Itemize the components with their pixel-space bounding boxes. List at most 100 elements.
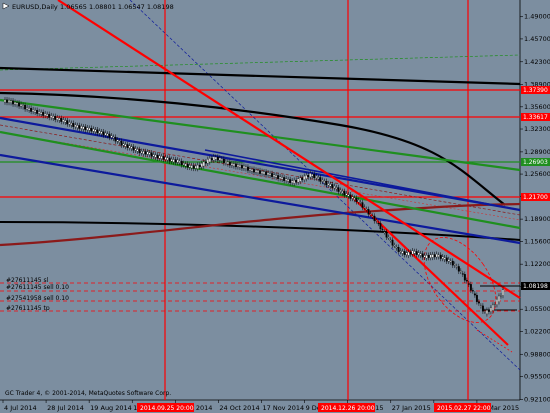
candle-body bbox=[76, 125, 79, 128]
candle-body bbox=[126, 144, 129, 148]
candle-body bbox=[467, 283, 470, 285]
candle-body bbox=[479, 305, 482, 307]
chart-window[interactable]: #27611145 sl #27611145 sell 0.10 #275419… bbox=[0, 0, 550, 413]
candle-body bbox=[230, 163, 233, 166]
y-tick-label: 1.05500 bbox=[524, 305, 550, 313]
candle-body bbox=[36, 110, 39, 114]
candle-body bbox=[32, 109, 35, 112]
candle-body bbox=[12, 100, 14, 105]
candle-body bbox=[405, 252, 408, 255]
candle-body bbox=[156, 154, 159, 159]
candle-body bbox=[52, 116, 55, 119]
candle-body bbox=[269, 173, 272, 176]
order-label-tp[interactable]: #27611145 tp bbox=[6, 305, 50, 312]
candle-body bbox=[120, 140, 123, 146]
candle-body bbox=[132, 146, 135, 151]
candle-body bbox=[150, 152, 153, 157]
candle-body bbox=[371, 215, 374, 217]
candle-body bbox=[114, 136, 117, 142]
candle-body bbox=[74, 124, 77, 127]
candle-body bbox=[311, 174, 314, 177]
candle-body bbox=[317, 177, 320, 179]
candle-body bbox=[54, 116, 57, 120]
candle-body bbox=[238, 164, 241, 168]
copyright-text: GC Trader 4, © 2001-2014, MetaQuotes Sof… bbox=[5, 390, 171, 397]
candle-body bbox=[421, 253, 424, 258]
candle-body bbox=[271, 173, 274, 177]
x-tick-label: 24 Oct 2014 bbox=[219, 404, 259, 412]
candle-body bbox=[319, 177, 322, 182]
candle-body bbox=[243, 165, 245, 169]
candle-body bbox=[218, 157, 221, 161]
candle-body bbox=[469, 284, 472, 291]
candle-body bbox=[14, 101, 16, 105]
candle-body bbox=[82, 126, 85, 130]
candle-body bbox=[345, 193, 348, 196]
candle-body bbox=[257, 170, 259, 173]
candle-body bbox=[331, 184, 334, 189]
candle-body bbox=[417, 252, 420, 255]
candle-body bbox=[415, 251, 418, 255]
candle-body bbox=[305, 175, 308, 179]
candle-body bbox=[437, 254, 440, 257]
candle-body bbox=[56, 117, 59, 120]
order-label-sl[interactable]: #27611145 sl bbox=[6, 277, 49, 284]
candle-body bbox=[355, 197, 358, 203]
candle-body bbox=[365, 209, 368, 211]
y-tick-label: 1.02200 bbox=[524, 327, 550, 335]
candle-body bbox=[208, 158, 211, 163]
candle-body bbox=[220, 158, 223, 161]
candle-body bbox=[162, 156, 165, 160]
candle-body bbox=[138, 149, 141, 154]
candle-body bbox=[429, 254, 432, 258]
candle-body bbox=[403, 251, 406, 255]
candle-body bbox=[343, 191, 346, 196]
candle-body bbox=[158, 155, 161, 159]
candle-body bbox=[232, 163, 235, 167]
candle-body bbox=[341, 191, 344, 194]
candle-body bbox=[251, 168, 253, 172]
candle-body bbox=[445, 257, 448, 262]
candle-body bbox=[48, 114, 51, 118]
date-tag-2: 2014.12.26 20:00 bbox=[321, 405, 375, 412]
candle-body bbox=[399, 250, 402, 252]
candle-body bbox=[146, 151, 149, 155]
candle-body bbox=[277, 175, 280, 179]
candle-body bbox=[4, 99, 6, 103]
candle-body bbox=[498, 295, 500, 302]
candle-body bbox=[188, 165, 191, 168]
candle-body bbox=[20, 103, 23, 107]
candle-body bbox=[172, 159, 175, 163]
price-chart[interactable]: #27611145 sl #27611145 sell 0.10 #275419… bbox=[0, 0, 550, 413]
candle-body bbox=[78, 125, 81, 129]
candle-body bbox=[6, 99, 8, 103]
candle-body bbox=[373, 215, 376, 222]
candle-body bbox=[489, 307, 492, 312]
candle-body bbox=[34, 110, 37, 113]
candle-body bbox=[407, 251, 410, 256]
order-label-sell-2[interactable]: #27541958 sell 0.10 bbox=[6, 295, 69, 302]
candle-body bbox=[397, 246, 400, 252]
candle-body bbox=[70, 123, 73, 126]
candle-body bbox=[249, 168, 251, 171]
candle-body bbox=[447, 259, 450, 262]
candle-body bbox=[106, 133, 109, 136]
candle-body bbox=[393, 245, 396, 247]
candle-body bbox=[234, 163, 237, 168]
candle-body bbox=[449, 260, 452, 263]
candle-body bbox=[435, 253, 438, 258]
candle-body bbox=[481, 305, 484, 312]
candle-body bbox=[453, 264, 456, 266]
candle-body bbox=[455, 266, 458, 268]
symbol-label: EURUSD,Daily bbox=[12, 3, 58, 11]
candle-body bbox=[367, 209, 370, 215]
price-tag-current: 1.08198 bbox=[523, 283, 548, 290]
candle-body bbox=[96, 129, 99, 134]
candle-body bbox=[198, 164, 201, 168]
candle-body bbox=[210, 158, 213, 161]
date-tag-1: 2014.09.25 20:00 bbox=[140, 405, 194, 412]
candle-body bbox=[180, 160, 183, 166]
candle-body bbox=[487, 309, 490, 312]
candle-body bbox=[291, 180, 294, 183]
order-label-sell-1[interactable]: #27611145 sell 0.10 bbox=[6, 284, 69, 291]
